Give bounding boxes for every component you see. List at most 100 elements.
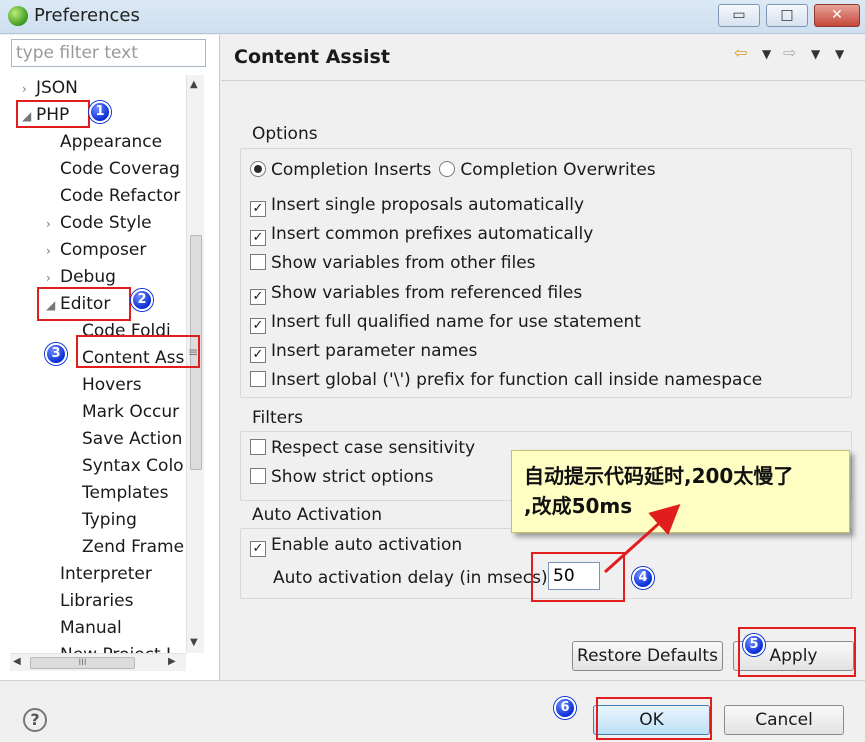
checkbox-box[interactable] xyxy=(250,468,266,484)
scroll-left-icon[interactable]: ◀ xyxy=(13,656,21,667)
radio-circle[interactable] xyxy=(439,161,456,177)
enable-auto-activation-checkbox[interactable]: ✓ Enable auto activation xyxy=(250,533,462,557)
step-badge-6: 6 xyxy=(554,697,576,719)
option-checkbox[interactable]: ✓ Insert parameter names xyxy=(250,339,477,363)
step-badge-2: 2 xyxy=(131,289,153,311)
title-bar: Preferences ▭ □ ✕ xyxy=(0,0,865,34)
close-button[interactable]: ✕ xyxy=(814,4,860,27)
tree-item-label: Save Action xyxy=(82,429,183,449)
completion-mode-radios: Completion Inserts Completion Overwrites xyxy=(250,158,664,182)
highlight-editor xyxy=(37,287,131,321)
forward-dropdown-icon[interactable]: ▼ xyxy=(811,47,820,61)
tree-item[interactable]: Hovers xyxy=(68,372,142,398)
maximize-button[interactable]: □ xyxy=(766,4,808,27)
minimize-button[interactable]: ▭ xyxy=(718,4,760,27)
window-title: Preferences xyxy=(34,5,140,26)
step-badge-1: 1 xyxy=(89,101,111,123)
note-line-1: 自动提示代码延时,200太慢了 xyxy=(524,464,794,488)
tree-item[interactable]: Typing xyxy=(68,507,137,533)
highlight-ok xyxy=(596,697,712,740)
back-dropdown-icon[interactable]: ▼ xyxy=(762,47,771,61)
expand-arrow-icon[interactable]: › xyxy=(46,211,60,237)
tree-item[interactable]: › Composer xyxy=(46,237,146,263)
tree-item-label: Zend Frame xyxy=(82,537,185,557)
tree-item[interactable]: Libraries xyxy=(46,588,133,614)
tree-item-label: Manual xyxy=(60,618,122,638)
checkbox-label: Insert full qualified name for use state… xyxy=(271,311,641,332)
option-checkbox[interactable]: ✓ Insert single proposals automatically xyxy=(250,193,584,217)
hscroll-thumb[interactable]: III xyxy=(30,657,135,669)
restore-defaults-button[interactable]: Restore Defaults xyxy=(572,641,723,671)
option-checkbox[interactable]: Respect case sensitivity xyxy=(250,436,475,460)
checkbox-box[interactable]: ✓ xyxy=(250,317,266,334)
tree-item[interactable]: Save Action xyxy=(68,426,182,452)
checkbox-label: Insert single proposals automatically xyxy=(271,195,585,215)
checkbox-label: Respect case sensitivity xyxy=(271,438,476,458)
tree-item-label: Templates xyxy=(82,483,169,503)
option-checkbox[interactable]: ✓ Insert common prefixes automatically xyxy=(250,222,594,247)
tree-item[interactable]: › JSON xyxy=(22,75,78,101)
annotation-note: 自动提示代码延时,200太慢了 ,改成50ms xyxy=(511,450,850,533)
tree-item-label: Appearance xyxy=(60,132,163,152)
page-title: Content Assist xyxy=(234,46,390,68)
checkbox-label: Insert parameter names xyxy=(271,341,478,361)
checkbox-label: Show variables from referenced files xyxy=(271,282,583,303)
step-badge-5: 5 xyxy=(743,634,765,656)
cancel-button[interactable]: Cancel xyxy=(724,705,844,735)
scroll-right-icon[interactable]: ▶ xyxy=(168,656,176,667)
tree-item-label: Debug xyxy=(60,267,116,287)
highlight-php xyxy=(16,100,90,128)
option-checkbox[interactable]: Show strict options xyxy=(250,465,434,489)
step-badge-3: 3 xyxy=(45,343,67,365)
tree-item[interactable]: › Code Style xyxy=(46,210,152,236)
forward-arrow-icon[interactable]: ⇨ xyxy=(783,43,796,62)
checkbox-box[interactable] xyxy=(250,371,266,388)
step-badge-4: 4 xyxy=(632,567,654,589)
completion-mode-radio[interactable]: Completion Inserts xyxy=(250,160,431,180)
tree-item[interactable]: Syntax Colo xyxy=(68,453,184,479)
checkbox-label: Insert common prefixes automatically xyxy=(271,224,594,245)
back-arrow-icon[interactable]: ⇦ xyxy=(734,43,747,62)
checkbox-label: Show variables from other files xyxy=(271,253,536,274)
checkbox-box[interactable]: ✓ xyxy=(250,201,266,217)
tree-item[interactable]: Templates xyxy=(68,480,168,506)
checkbox-box[interactable]: ✓ xyxy=(250,288,266,305)
tree-item[interactable]: Appearance xyxy=(46,129,162,155)
expand-arrow-icon[interactable]: › xyxy=(46,238,60,264)
option-checkbox[interactable]: Insert global ('\') prefix for function … xyxy=(250,368,762,392)
help-icon[interactable]: ? xyxy=(23,708,47,732)
filter-input[interactable] xyxy=(11,39,206,67)
radio-circle[interactable] xyxy=(250,161,266,177)
tree-item[interactable]: Mark Occur xyxy=(68,399,179,425)
scroll-up-icon[interactable]: ▲ xyxy=(190,79,198,90)
delay-label: Auto activation delay (in msecs) xyxy=(273,568,548,588)
scroll-down-icon[interactable]: ▼ xyxy=(190,637,198,648)
tree-item[interactable]: Zend Frame xyxy=(68,534,184,560)
tree-item-label: Typing xyxy=(82,510,137,530)
checkbox-box[interactable]: ✓ xyxy=(250,541,266,557)
checkbox-box[interactable] xyxy=(250,254,266,271)
filters-group-label: Filters xyxy=(250,408,305,428)
option-checkbox[interactable]: Show variables from other files xyxy=(250,251,536,275)
tree-item[interactable]: Code Coverag xyxy=(46,156,180,182)
tree-item[interactable]: Manual xyxy=(46,615,122,641)
completion-mode-radio[interactable]: Completion Overwrites xyxy=(439,160,656,180)
checkbox-box[interactable]: ✓ xyxy=(250,230,266,247)
note-line-2: ,改成50ms xyxy=(524,494,633,518)
options-group-label: Options xyxy=(250,124,320,144)
option-checkbox[interactable]: ✓ Show variables from referenced files xyxy=(250,281,582,305)
view-menu-icon[interactable]: ▼ xyxy=(835,47,844,61)
checkbox-box[interactable] xyxy=(250,439,266,455)
expand-arrow-icon[interactable]: › xyxy=(22,76,36,102)
tree-item[interactable]: Interpreter xyxy=(46,561,152,587)
tree-item-label: Hovers xyxy=(82,375,142,395)
checkbox-box[interactable]: ✓ xyxy=(250,347,266,363)
option-checkbox[interactable]: ✓ Insert full qualified name for use stat… xyxy=(250,310,641,334)
tree-horizontal-scrollbar[interactable]: ◀ III ▶ xyxy=(10,653,186,671)
title-divider xyxy=(221,80,865,81)
tree-item-label: Interpreter xyxy=(60,564,152,584)
highlight-delay-input xyxy=(531,552,625,602)
highlight-content-assist xyxy=(76,335,200,368)
tree-item[interactable]: Code Refactor xyxy=(46,183,180,209)
checkbox-label: Show strict options xyxy=(271,467,434,487)
